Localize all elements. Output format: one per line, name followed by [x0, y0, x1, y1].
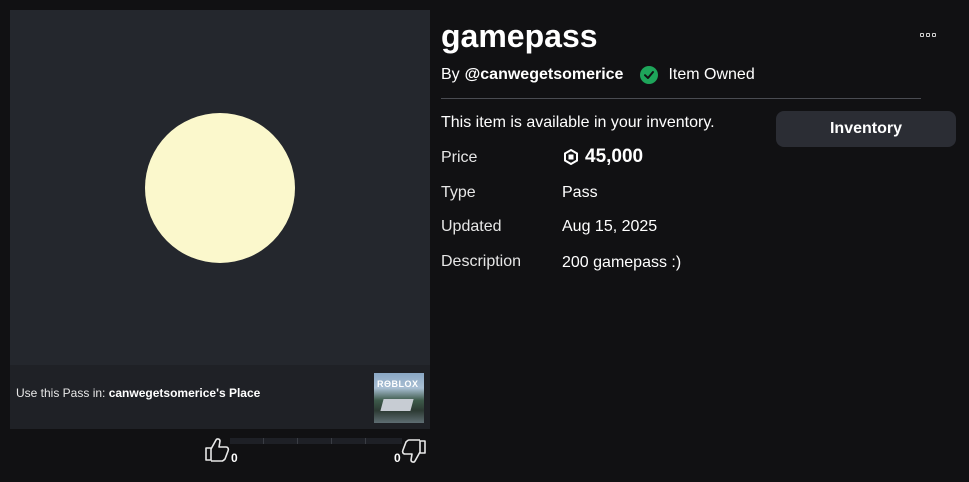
creator-byline: By @canwegetsomerice Item Owned	[441, 66, 755, 84]
item-thumbnail-panel: Use this Pass in: canwegetsomerice's Pla…	[10, 10, 430, 429]
place-prefix: Use this Pass in:	[16, 386, 109, 400]
more-dot	[926, 33, 930, 37]
item-details-page: Use this Pass in: canwegetsomerice's Pla…	[0, 0, 969, 482]
creator-link[interactable]: @canwegetsomerice	[465, 66, 624, 84]
more-dot	[932, 33, 936, 37]
vote-bar: 0 0	[200, 434, 432, 474]
owned-label: Item Owned	[668, 66, 755, 83]
by-label: By	[441, 66, 460, 83]
check-circle-icon	[640, 66, 659, 84]
gamepass-icon-image	[145, 113, 295, 263]
thumbs-down-icon[interactable]	[400, 439, 428, 465]
place-thumb-building	[380, 399, 414, 411]
item-thumbnail	[10, 10, 430, 365]
updated-label: Updated	[441, 218, 502, 235]
place-link-bar[interactable]: Use this Pass in: canwegetsomerice's Pla…	[10, 365, 430, 429]
price-amount: 45,000	[585, 146, 644, 167]
header-divider	[441, 98, 921, 99]
thumbs-up-icon[interactable]	[203, 436, 231, 462]
place-name-link[interactable]: canwegetsomerice's Place	[109, 386, 261, 400]
updated-value: Aug 15, 2025	[562, 218, 658, 235]
more-dot	[920, 33, 924, 37]
upvote-count: 0	[231, 451, 238, 465]
vote-tick	[297, 438, 298, 444]
inventory-button[interactable]: Inventory	[776, 111, 956, 147]
place-link-text[interactable]: Use this Pass in: canwegetsomerice's Pla…	[16, 386, 260, 400]
robux-icon	[564, 149, 578, 165]
vote-tick	[365, 438, 366, 444]
place-thumbnail[interactable]: RΘBLOX	[374, 373, 424, 423]
price-label: Price	[441, 149, 478, 166]
more-options-icon[interactable]	[920, 33, 938, 39]
description-label: Description	[441, 253, 522, 270]
availability-text: This item is available in your inventory…	[441, 114, 715, 131]
type-value: Pass	[562, 184, 598, 201]
description-value: 200 gamepass :)	[562, 254, 682, 271]
vote-ratio-track	[230, 438, 402, 444]
vote-tick	[331, 438, 332, 444]
item-title: gamepass	[441, 18, 598, 54]
place-thumb-logo: RΘBLOX	[377, 379, 419, 389]
price-value: 45,000	[563, 146, 643, 168]
type-label: Type	[441, 184, 476, 201]
vote-tick	[263, 438, 264, 444]
